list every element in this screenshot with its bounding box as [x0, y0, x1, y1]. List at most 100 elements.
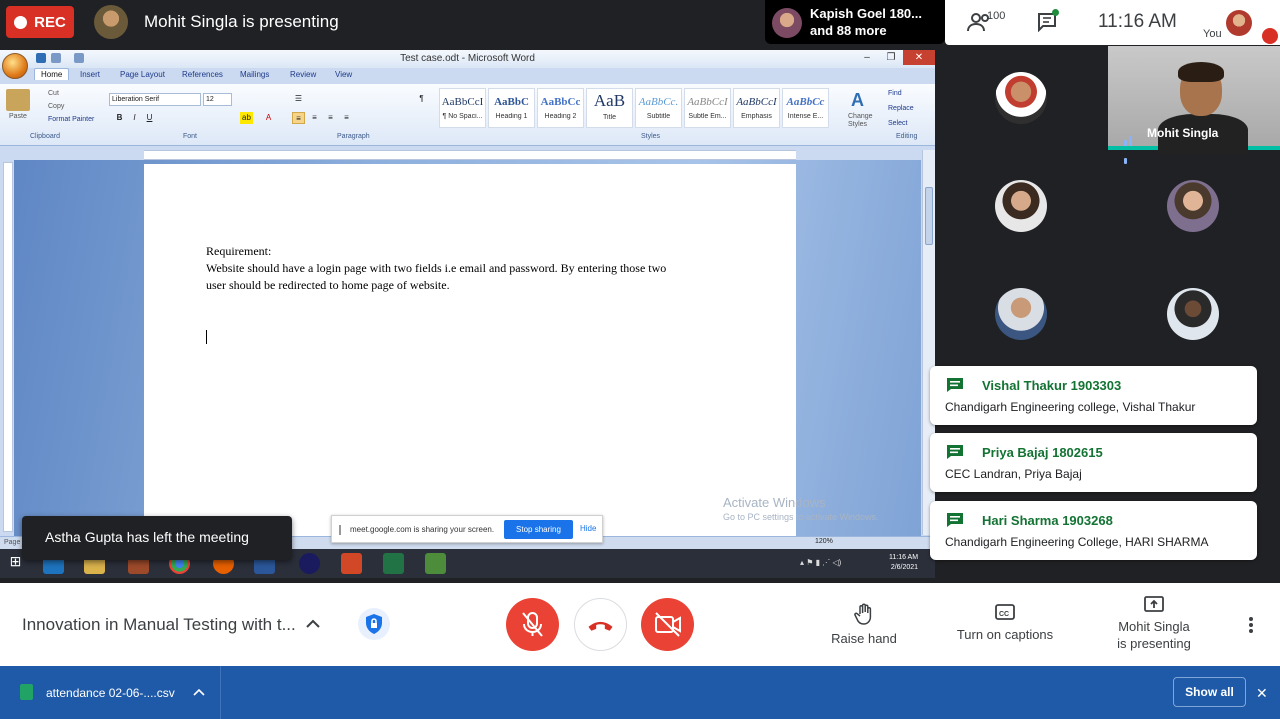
maximize-icon[interactable]: ❐ — [879, 50, 903, 65]
download-item[interactable]: attendance 02-06-....csv — [0, 666, 221, 719]
change-styles-icon[interactable]: A — [851, 90, 871, 110]
format-painter-button[interactable]: Format Painter — [48, 116, 94, 123]
scrollbar-thumb[interactable] — [925, 187, 933, 245]
justify-icon[interactable]: ≡ — [340, 112, 353, 124]
paste-icon[interactable] — [6, 89, 30, 111]
taskbar-date: 2/6/2021 — [890, 564, 919, 571]
text-cursor — [206, 330, 207, 344]
save-icon[interactable] — [36, 53, 46, 63]
font-name-select[interactable]: Liberation Serif — [109, 93, 201, 106]
align-center-icon[interactable]: ≡ — [308, 112, 321, 124]
hand-icon — [854, 603, 872, 625]
you-label: You — [1203, 28, 1222, 40]
viewer-avatar — [772, 8, 802, 38]
raise-hand-button[interactable]: Raise hand — [826, 603, 902, 646]
style-sample: AaBbCcI — [736, 96, 777, 108]
horizontal-ruler[interactable] — [144, 150, 796, 160]
style-intense-emphasis[interactable]: AaBbCc Intense E... — [782, 88, 829, 128]
highlight-icon[interactable]: ab — [240, 112, 253, 124]
replace-button[interactable]: Replace — [888, 105, 914, 112]
excel-icon[interactable] — [383, 553, 404, 574]
stop-sharing-button[interactable]: Stop sharing — [504, 520, 573, 539]
ribbon: Paste Cut Copy Format Painter Clipboard … — [0, 84, 935, 146]
viewer-summary[interactable]: Kapish Goel 180... and 88 more — [765, 0, 945, 44]
style-no-spacing[interactable]: AaBbCcI ¶ No Spaci... — [439, 88, 486, 128]
leave-call-button[interactable] — [574, 598, 627, 651]
italic-button[interactable]: I — [128, 112, 141, 124]
chevron-up-icon[interactable] — [193, 688, 205, 696]
zoom-level[interactable]: 120% — [815, 538, 833, 545]
show-all-button[interactable]: Show all — [1173, 677, 1246, 707]
align-left-icon[interactable]: ≡ — [292, 112, 305, 124]
close-icon[interactable]: ✕ — [1256, 685, 1268, 702]
style-subtle-emphasis[interactable]: AaBbCcI Subtle Em... — [684, 88, 731, 128]
cut-button[interactable]: Cut — [48, 90, 59, 97]
chat-notification[interactable]: Priya Bajaj 1802615 CEC Landran, Priya B… — [930, 433, 1257, 492]
presentation-button[interactable]: Mohit Singla is presenting — [1108, 595, 1200, 651]
style-heading-2[interactable]: AaBbCc Heading 2 — [537, 88, 584, 128]
vertical-ruler[interactable] — [3, 162, 13, 532]
drag-handle-icon[interactable] — [339, 525, 341, 535]
app-icon[interactable] — [425, 553, 446, 574]
powerpoint-icon[interactable] — [341, 553, 362, 574]
camera-toggle-button[interactable] — [641, 598, 694, 651]
show-marks-icon[interactable]: ¶ — [415, 93, 428, 105]
tab-view[interactable]: View — [335, 70, 352, 79]
tab-references[interactable]: References — [182, 70, 223, 79]
redo-icon[interactable] — [74, 53, 84, 63]
tab-mailings[interactable]: Mailings — [240, 70, 269, 79]
taskbar-clock: 11:16 AM 2/6/2021 — [889, 553, 918, 573]
style-name: Title — [603, 114, 616, 121]
tab-review[interactable]: Review — [290, 70, 316, 79]
style-name: ¶ No Spaci... — [442, 113, 483, 120]
participant-avatar-2[interactable] — [995, 180, 1047, 232]
paste-label[interactable]: Paste — [9, 113, 27, 120]
minimize-icon[interactable]: – — [855, 50, 879, 65]
more-options-icon[interactable] — [1245, 615, 1257, 635]
microphone-toggle-button[interactable] — [506, 598, 559, 651]
document-page[interactable]: Requirement: Website should have a login… — [144, 164, 796, 544]
participant-avatar-1[interactable] — [995, 72, 1047, 124]
group-paragraph: Paragraph — [337, 133, 370, 140]
undo-icon[interactable] — [51, 53, 61, 63]
system-tray[interactable]: ▴ ⚑ ▮ ⋰ ◁) — [800, 558, 841, 567]
style-subtitle[interactable]: AaBbCc. Subtitle — [635, 88, 682, 128]
participant-avatar-5[interactable] — [1167, 288, 1219, 340]
style-name: Intense E... — [787, 113, 824, 120]
office-button[interactable] — [2, 53, 28, 79]
style-emphasis[interactable]: AaBbCcI Emphasis — [733, 88, 780, 128]
chevron-up-icon[interactable] — [306, 619, 320, 629]
tab-home[interactable]: Home — [34, 68, 70, 80]
copy-button[interactable]: Copy — [48, 103, 64, 110]
style-heading-1[interactable]: AaBbC Heading 1 — [488, 88, 535, 128]
close-window-icon[interactable]: ✕ — [903, 50, 935, 65]
chat-unread-dot — [1052, 9, 1059, 16]
viewer-more: and 88 more — [810, 23, 887, 38]
tab-insert[interactable]: Insert — [80, 70, 100, 79]
presenting-label-2: is presenting — [1117, 636, 1191, 651]
style-title[interactable]: AaB Title — [586, 88, 633, 128]
participant-avatar-3[interactable] — [1167, 180, 1219, 232]
captions-button[interactable]: CC Turn on captions — [950, 603, 1060, 642]
eclipse-icon[interactable] — [299, 553, 320, 574]
tab-page-layout[interactable]: Page Layout — [120, 70, 165, 79]
recording-badge: REC — [6, 6, 74, 38]
underline-button[interactable]: U — [143, 112, 156, 124]
change-styles-label[interactable]: Change Styles — [848, 113, 876, 129]
align-right-icon[interactable]: ≡ — [324, 112, 337, 124]
record-dot-icon — [14, 15, 28, 29]
select-button[interactable]: Select — [888, 120, 907, 127]
bold-button[interactable]: B — [113, 112, 126, 124]
chat-notification[interactable]: Vishal Thakur 1903303 Chandigarh Enginee… — [930, 366, 1257, 425]
presenter-video-tile[interactable]: Mohit Singla — [1108, 46, 1280, 164]
bullets-icon[interactable]: ☰ — [292, 93, 305, 105]
chat-notification[interactable]: Hari Sharma 1903268 Chandigarh Engineeri… — [930, 501, 1257, 560]
word-title: Test case.odt - Microsoft Word — [400, 53, 535, 64]
font-size-select[interactable]: 12 — [203, 93, 232, 106]
meeting-title[interactable]: Innovation in Manual Testing with t... — [22, 615, 296, 635]
font-color-icon[interactable]: A — [262, 112, 275, 124]
meeting-safety-button[interactable] — [358, 608, 390, 640]
participant-avatar-4[interactable] — [995, 288, 1047, 340]
find-button[interactable]: Find — [888, 90, 902, 97]
hide-share-bar-link[interactable]: Hide — [580, 524, 596, 533]
